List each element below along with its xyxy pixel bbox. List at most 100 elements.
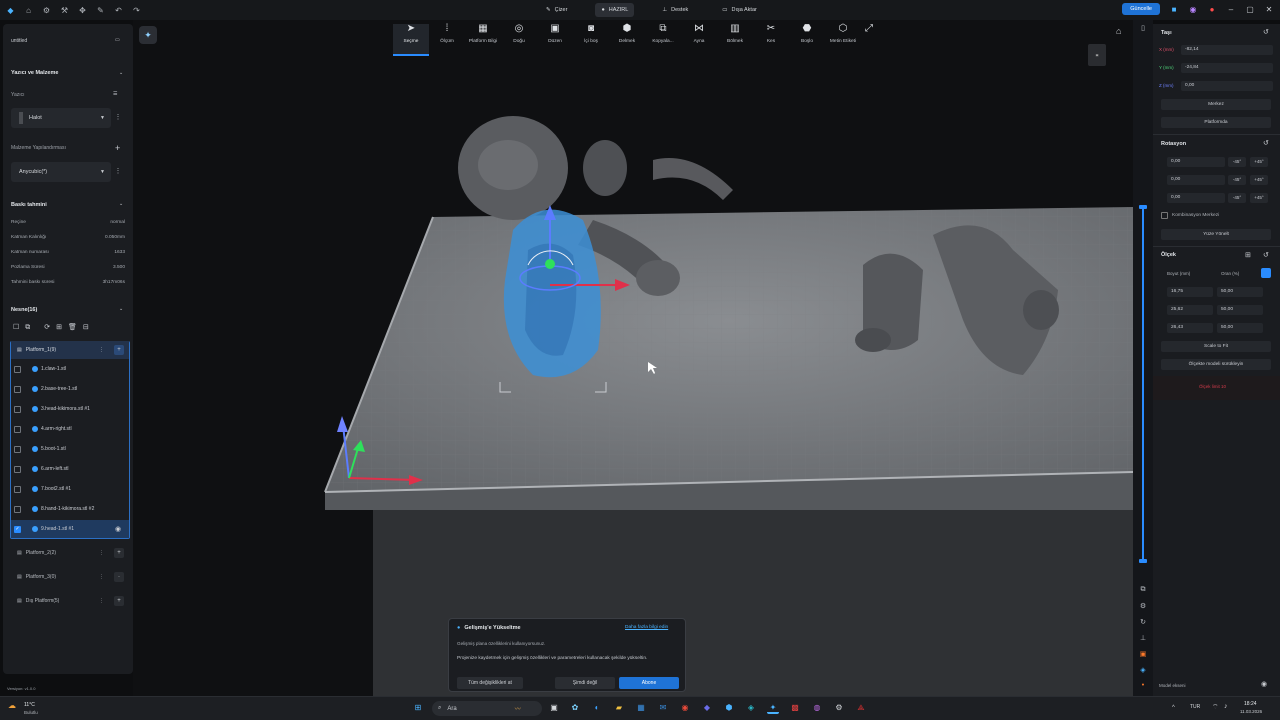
tool-text-label[interactable]: ⬡ Metin Etiketi: [825, 24, 861, 56]
printer-settings-icon[interactable]: ☰: [113, 91, 117, 97]
reset-icon[interactable]: ↺: [1263, 251, 1269, 259]
add-icon[interactable]: +: [114, 596, 124, 606]
chevron-down-icon[interactable]: ⌄: [119, 70, 123, 76]
tool-support[interactable]: ⬣ Boşlo: [789, 24, 825, 56]
account-icon[interactable]: ◉: [1188, 5, 1198, 14]
more-icon[interactable]: ⋮: [99, 574, 104, 580]
checkbox[interactable]: [14, 485, 21, 493]
rotate-minus-button[interactable]: -45°: [1228, 157, 1246, 167]
add-icon[interactable]: +: [114, 345, 124, 355]
visibility-icon[interactable]: ◉: [115, 525, 121, 533]
more-icon[interactable]: ⋮: [99, 598, 104, 604]
mail-icon[interactable]: ✉: [657, 702, 669, 714]
y-input[interactable]: -24,84: [1181, 63, 1273, 73]
tab-support[interactable]: ⊥ Destek: [656, 3, 694, 17]
chevron-down-icon[interactable]: ⌄: [119, 201, 123, 207]
printer-more-icon[interactable]: ⋮: [114, 108, 122, 128]
add-icon[interactable]: +: [114, 548, 124, 558]
tool-measure[interactable]: ⁞ Ölçüm: [429, 24, 465, 56]
app-menu-icon[interactable]: ◆: [6, 6, 15, 15]
checkbox-checked[interactable]: ✓: [14, 525, 21, 533]
pdf-icon[interactable]: ⟁: [855, 702, 867, 714]
notification-icon[interactable]: ●: [1207, 5, 1217, 14]
tool-orient[interactable]: ◎ Doğu: [501, 24, 537, 56]
rotation-y-input[interactable]: 0,00: [1167, 175, 1225, 185]
z-input[interactable]: 0,00: [1181, 81, 1273, 91]
scale-to-fit-button[interactable]: Scale to Fit: [1161, 341, 1271, 352]
rotate-minus-button[interactable]: -45°: [1228, 175, 1246, 185]
warning-icon[interactable]: ▣: [1138, 650, 1148, 660]
tool-select[interactable]: ➤ Seçme: [393, 24, 429, 56]
update-button[interactable]: Güncelle: [1122, 3, 1160, 15]
file-explorer-icon[interactable]: ▰: [613, 702, 625, 714]
center-button[interactable]: Merkez: [1161, 99, 1271, 110]
estimate-section-title[interactable]: Baskı tahmini: [11, 202, 47, 208]
minimize-icon[interactable]: –: [1226, 5, 1236, 14]
learn-more-link[interactable]: Daha fazla bilgi edin: [625, 625, 668, 630]
scale-settings-icon[interactable]: ⊞: [1245, 251, 1251, 259]
close-icon[interactable]: ✕: [1264, 5, 1274, 14]
redo-icon[interactable]: ↷: [132, 6, 141, 15]
language-indicator[interactable]: TUR: [1190, 704, 1200, 710]
discard-button[interactable]: Tüm değişiklikleri at: [457, 677, 523, 689]
widgets-icon[interactable]: ✿: [569, 702, 581, 714]
size-z-input[interactable]: 26,43: [1167, 323, 1213, 333]
list-item[interactable]: 5.boot-1.stl: [11, 440, 129, 458]
rotate-icon[interactable]: ↻: [1138, 618, 1148, 628]
settings-icon[interactable]: ⚙: [833, 702, 845, 714]
chevron-down-icon[interactable]: ⌄: [119, 306, 123, 312]
add-material-icon[interactable]: +: [115, 143, 120, 153]
x-input[interactable]: -82,14: [1181, 45, 1273, 55]
reset-icon[interactable]: ↺: [1263, 139, 1269, 147]
settings-icon[interactable]: ⚙: [42, 6, 51, 15]
list-item[interactable]: 3.head-kikimora.stl #1: [11, 400, 129, 418]
list-item[interactable]: 4.arm-right.stl: [11, 420, 129, 438]
more-icon[interactable]: ⋮: [99, 550, 104, 556]
weather-icon[interactable]: ☁: [8, 701, 16, 710]
task-view-icon[interactable]: ▣: [548, 702, 560, 714]
chrome-icon[interactable]: ◉: [679, 702, 691, 714]
scene-canvas[interactable]: [133, 20, 1133, 696]
tool-layout[interactable]: ▣ Düzen: [537, 24, 573, 56]
rotate-plus-button[interactable]: +45°: [1250, 175, 1268, 185]
clock-date[interactable]: 11.03.2026: [1240, 709, 1262, 714]
ratio-x-input[interactable]: 50,00: [1217, 287, 1263, 297]
rotation-z-input[interactable]: 0,00: [1167, 193, 1225, 203]
app-icon[interactable]: ▩: [789, 702, 801, 714]
layers-icon[interactable]: ⧉: [1138, 586, 1148, 596]
list-item[interactable]: 6.arm-left.stl: [11, 460, 129, 478]
platform-2-row[interactable]: ▤ Platform_2(2) ⋮ +: [11, 545, 129, 561]
list-item-selected[interactable]: ✓ 9.head-1.stl #1 ◉: [11, 520, 129, 538]
tray-chevron-icon[interactable]: ^: [1172, 705, 1175, 711]
checkbox[interactable]: [14, 365, 21, 373]
panel-collapse-icon[interactable]: ▭: [115, 37, 120, 43]
outer-platform-row[interactable]: ▤ Dış Platform(5) ⋮ +: [11, 593, 129, 609]
store-icon[interactable]: ▦: [635, 702, 647, 714]
sidebar-toggle-icon[interactable]: ■: [1169, 5, 1179, 14]
checkbox[interactable]: [14, 445, 21, 453]
layer-slider-bottom-knob[interactable]: [1139, 559, 1147, 563]
object-actions[interactable]: ☐⧉ ⟳⊞🗑⊟: [13, 323, 95, 332]
maximize-icon[interactable]: ▢: [1245, 5, 1255, 14]
visibility-icon[interactable]: ◉: [1261, 680, 1267, 688]
network-icon[interactable]: ⌔: [1212, 703, 1219, 712]
layer-slider-track[interactable]: [1142, 206, 1144, 562]
size-y-input[interactable]: 25,62: [1167, 305, 1213, 315]
tool-hollow[interactable]: ◙ İçi boş: [573, 24, 609, 56]
tool-mirror[interactable]: ⋈ Ayna: [681, 24, 717, 56]
tab-prepare[interactable]: ● HAZIRL: [595, 3, 635, 17]
add-icon[interactable]: ·: [114, 572, 124, 582]
slicer-app-icon[interactable]: ✦: [767, 702, 779, 714]
reset-icon[interactable]: ↺: [1263, 28, 1269, 36]
checkbox[interactable]: [14, 385, 21, 393]
checkbox[interactable]: [14, 405, 21, 413]
app-icon[interactable]: ◈: [745, 702, 757, 714]
not-now-button[interactable]: Şimdi değil: [555, 677, 615, 689]
tool-split[interactable]: ▥ Bölmek: [717, 24, 753, 56]
edge-icon[interactable]: ◐: [591, 702, 603, 714]
tool-icon[interactable]: ⚒: [60, 6, 69, 15]
check-icon[interactable]: ◈: [1138, 666, 1148, 676]
platform-3-row[interactable]: ▤ Platform_3(0) ⋮ ·: [11, 569, 129, 585]
rotate-plus-button[interactable]: +45°: [1250, 157, 1268, 167]
rotation-x-input[interactable]: 0,00: [1167, 157, 1225, 167]
